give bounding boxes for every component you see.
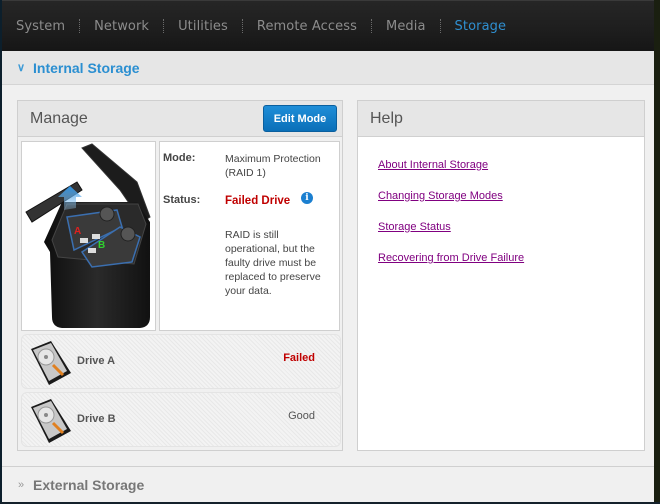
nav-network[interactable]: Network bbox=[94, 19, 149, 34]
nav-storage[interactable]: Storage bbox=[455, 19, 507, 34]
drive-row[interactable]: Drive A Failed bbox=[21, 334, 341, 389]
storage-page: System Network Utilities Remote Access M… bbox=[2, 0, 654, 502]
manage-title: Manage bbox=[30, 109, 88, 127]
device-image-box: A B bbox=[21, 141, 156, 331]
chevron-down-icon[interactable]: ∨ bbox=[10, 61, 32, 74]
help-panel: Help About Internal Storage Changing Sto… bbox=[357, 100, 645, 451]
nav-divider bbox=[79, 19, 81, 33]
hard-drive-icon bbox=[31, 399, 71, 443]
external-storage-header[interactable]: » External Storage bbox=[2, 466, 654, 502]
info-icon[interactable]: i bbox=[301, 192, 313, 204]
chevron-right-icon[interactable]: » bbox=[10, 479, 32, 491]
edit-mode-button[interactable]: Edit Mode bbox=[263, 105, 337, 132]
nav-media[interactable]: Media bbox=[386, 19, 426, 34]
help-panel-header: Help bbox=[358, 101, 644, 137]
nav-remote-access[interactable]: Remote Access bbox=[257, 19, 357, 34]
mode-label: Mode: bbox=[163, 152, 196, 164]
storage-info-box: Mode: Maximum Protection (RAID 1) Status… bbox=[159, 141, 340, 331]
internal-storage-header[interactable]: ∨ Internal Storage bbox=[2, 51, 654, 85]
nav-utilities[interactable]: Utilities bbox=[178, 19, 228, 34]
help-link-storage-status[interactable]: Storage Status bbox=[378, 221, 644, 233]
help-link-about-internal-storage[interactable]: About Internal Storage bbox=[378, 159, 644, 171]
internal-storage-title: Internal Storage bbox=[33, 59, 140, 76]
external-storage-title: External Storage bbox=[33, 476, 145, 493]
drive-a-label: A bbox=[74, 226, 81, 237]
nav-divider bbox=[163, 19, 165, 33]
drive-b-label: B bbox=[98, 240, 105, 251]
help-links: About Internal Storage Changing Storage … bbox=[358, 137, 644, 264]
nav-divider bbox=[241, 19, 243, 33]
mode-value-line2: (RAID 1) bbox=[225, 167, 266, 179]
window-edge bbox=[654, 0, 660, 504]
help-link-changing-storage-modes[interactable]: Changing Storage Modes bbox=[378, 190, 644, 202]
nav-system[interactable]: System bbox=[16, 19, 65, 34]
nas-device-image: A B bbox=[25, 143, 151, 328]
status-description: RAID is still operational, but the fault… bbox=[225, 229, 321, 297]
help-link-recovering-drive-failure[interactable]: Recovering from Drive Failure bbox=[378, 252, 644, 264]
drive-name: Drive A bbox=[77, 355, 116, 367]
manage-panel: Manage Edit Mode A B Mode: Maximum Prote… bbox=[17, 100, 343, 451]
status-label: Status: bbox=[163, 194, 201, 206]
drive-status: Good bbox=[288, 410, 315, 422]
help-title: Help bbox=[370, 109, 403, 127]
nav-divider bbox=[371, 19, 372, 33]
drive-status: Failed bbox=[283, 352, 315, 364]
top-navigation: System Network Utilities Remote Access M… bbox=[2, 0, 654, 51]
mode-value-line1: Maximum Protection bbox=[225, 153, 321, 165]
status-value: Failed Drive bbox=[225, 195, 291, 207]
drive-row[interactable]: Drive B Good bbox=[21, 392, 341, 447]
drive-name: Drive B bbox=[77, 413, 116, 425]
nav-divider bbox=[439, 19, 441, 33]
hard-drive-icon bbox=[31, 341, 71, 385]
